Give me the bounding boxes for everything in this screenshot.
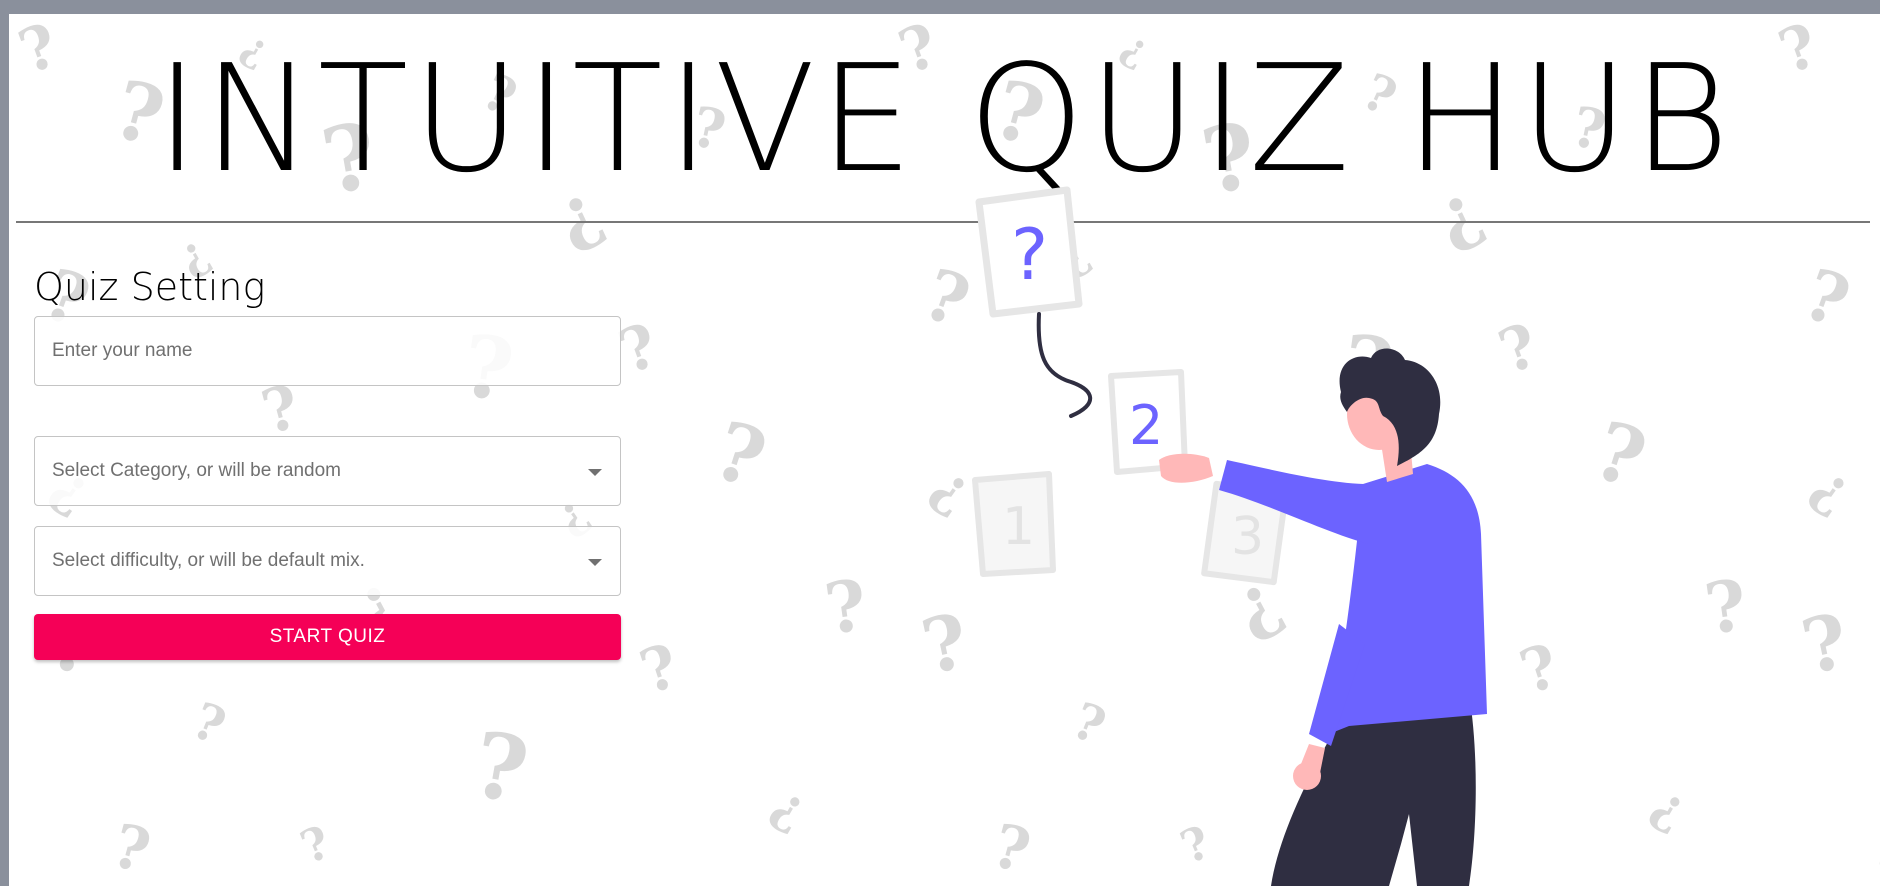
difficulty-select[interactable]: Select difficulty, or will be default mi… xyxy=(34,526,621,596)
chevron-down-icon xyxy=(588,469,602,476)
person-figure xyxy=(1159,348,1487,886)
category-select[interactable]: Select Category, or will be random xyxy=(34,436,621,506)
name-input-placeholder: Enter your name xyxy=(52,340,193,361)
difficulty-select-placeholder: Select difficulty, or will be default mi… xyxy=(52,550,365,571)
start-quiz-button[interactable]: START QUIZ xyxy=(34,614,621,660)
chevron-down-icon xyxy=(588,559,602,566)
card-1: 1 xyxy=(972,471,1056,577)
quiz-setting-panel: Quiz Setting Enter your name Select Cate… xyxy=(34,264,621,660)
card-2-label: 2 xyxy=(1129,394,1163,457)
category-select-placeholder: Select Category, or will be random xyxy=(52,460,341,481)
card-3-label: 3 xyxy=(1231,507,1264,567)
name-input[interactable]: Enter your name xyxy=(34,316,621,386)
quiz-setting-heading: Quiz Setting xyxy=(34,265,266,309)
page: ? ? ¿ ? ? ¿ ? ? ¿ ? ? ¿ ? ? ¿ ? ? ¿ ? ? … xyxy=(9,14,1880,886)
card-question: ? xyxy=(975,186,1083,318)
card-1-label: 1 xyxy=(1002,497,1035,557)
card-question-label: ? xyxy=(1011,214,1048,296)
